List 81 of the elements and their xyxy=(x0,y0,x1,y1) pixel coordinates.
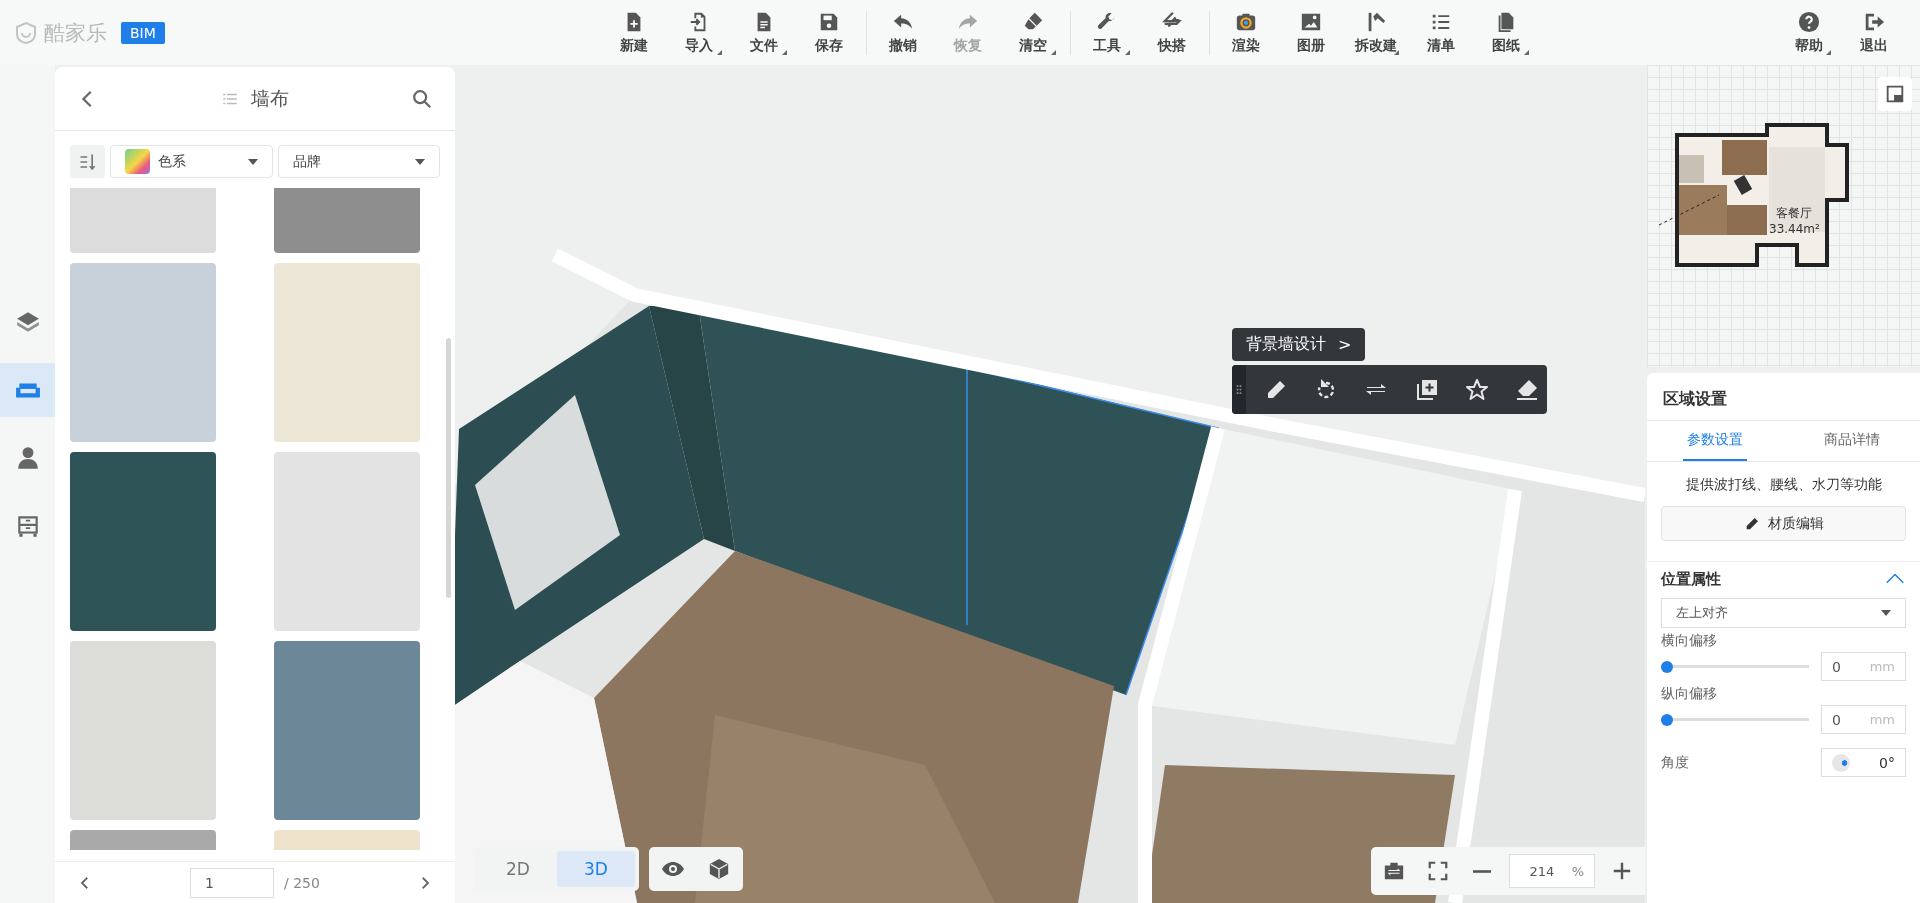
wallcovering-swatch[interactable] xyxy=(70,830,216,850)
panel-tab[interactable]: 商品详情 xyxy=(1819,421,1884,461)
wallcovering-swatch[interactable] xyxy=(274,830,420,850)
plus-icon xyxy=(1611,860,1633,882)
toolbar-button[interactable]: 退出 xyxy=(1841,4,1906,61)
number-field[interactable]: 0 mm xyxy=(1821,652,1906,681)
search-icon xyxy=(411,87,433,110)
layout-icon xyxy=(1884,83,1906,105)
toolbar-button[interactable]: 图纸 xyxy=(1473,4,1539,61)
toolbar-button[interactable]: 导入 xyxy=(666,4,732,61)
toolbar-button[interactable]: 渲染 xyxy=(1213,4,1279,61)
angle-field[interactable]: 0° xyxy=(1821,748,1906,777)
scrollbar[interactable] xyxy=(446,338,451,598)
page-total: / 250 xyxy=(284,874,320,891)
toolbar-button[interactable]: 拆改建 xyxy=(1343,4,1409,61)
angle-dial-icon[interactable] xyxy=(1832,753,1850,772)
cube-icon xyxy=(708,858,730,880)
panel-title: 墙布 xyxy=(251,85,289,111)
minus-icon xyxy=(1473,869,1491,873)
logo-icon xyxy=(14,20,38,45)
toolbar-button[interactable]: 工具 xyxy=(1074,4,1140,61)
wallcovering-swatch[interactable] xyxy=(70,452,216,631)
feature-hint: 提供波打线、腰线、水刀等功能 xyxy=(1685,476,1882,494)
logo-text: 酷家乐 xyxy=(44,19,107,47)
eraser-icon xyxy=(1514,377,1539,402)
wallcovering-swatch[interactable] xyxy=(70,188,216,253)
room-area: 33.44m² xyxy=(1769,222,1820,236)
color-spectrum-icon xyxy=(125,149,150,174)
slider-thumb[interactable] xyxy=(1661,660,1673,673)
unit-label: mm xyxy=(1869,659,1895,674)
product-badge: BIM xyxy=(121,21,165,44)
wallcovering-swatch[interactable] xyxy=(274,263,420,442)
alignment-dropdown[interactable]: 左上对齐 xyxy=(1661,598,1906,628)
dropdown-caret-icon xyxy=(1124,49,1130,55)
star-icon xyxy=(1464,377,1489,402)
camera-swap-icon xyxy=(1383,860,1405,882)
dropdown-arrow-icon xyxy=(1881,610,1891,616)
panel-title: 区域设置 xyxy=(1647,373,1920,421)
toolbar-button[interactable]: 保存 xyxy=(796,4,862,61)
unit-label: mm xyxy=(1869,712,1895,727)
toolbar-button[interactable]: 新建 xyxy=(601,4,667,61)
wallcovering-swatch[interactable] xyxy=(274,452,420,631)
section-title: 位置属性 xyxy=(1661,569,1721,589)
wallcovering-swatch[interactable] xyxy=(274,188,420,253)
sort-button[interactable] xyxy=(70,145,105,178)
field-label: 角度 xyxy=(1661,753,1689,772)
help-icon xyxy=(1797,10,1820,33)
slider-thumb[interactable] xyxy=(1661,713,1673,726)
field-label: 横向偏移 xyxy=(1661,632,1718,650)
wallcovering-swatch[interactable] xyxy=(70,641,216,820)
minimap-toggle-button[interactable] xyxy=(1878,77,1912,111)
toolbar-button[interactable]: 清空 xyxy=(1000,4,1066,61)
dropdown-caret-icon xyxy=(1523,49,1529,55)
field-label: 纵向偏移 xyxy=(1661,685,1718,703)
toolbar-button[interactable]: 撤销 xyxy=(870,4,936,61)
view-mode-tab[interactable]: 2D xyxy=(479,851,557,887)
room-name: 客餐厅 xyxy=(1776,205,1813,222)
dropdown-caret-icon xyxy=(1050,49,1056,55)
background-wall-design-button[interactable]: 背景墙设计 > xyxy=(1232,328,1366,361)
number-field[interactable]: 0 mm xyxy=(1821,705,1906,734)
fullscreen-icon xyxy=(1427,860,1449,882)
zoom-field[interactable]: 214 % xyxy=(1509,854,1595,888)
filter-dropdown[interactable]: 色系 xyxy=(110,145,273,178)
wallcovering-swatch[interactable] xyxy=(70,263,216,442)
toolbar-button[interactable]: 快搭 xyxy=(1139,4,1205,61)
toolbar-button[interactable]: 文件 xyxy=(731,4,797,61)
dropdown-caret-icon xyxy=(781,49,787,55)
side-tool-button[interactable] xyxy=(0,363,55,417)
material-edit-button[interactable]: 材质编辑 xyxy=(1661,506,1906,541)
add-copy-icon xyxy=(1414,377,1439,402)
toolbar-button[interactable]: 图册 xyxy=(1278,4,1344,61)
toolbar-button[interactable]: 帮助 xyxy=(1776,4,1841,61)
toolbar-button[interactable]: 清单 xyxy=(1408,4,1474,61)
wallcovering-swatch[interactable] xyxy=(274,641,420,820)
dropdown-arrow-icon xyxy=(415,158,425,165)
page-input[interactable]: 1 xyxy=(190,867,275,898)
panel-tab[interactable]: 参数设置 xyxy=(1683,421,1748,461)
dropdown-arrow-icon xyxy=(247,158,258,165)
dropdown-caret-icon xyxy=(1826,49,1831,55)
dropdown-caret-icon xyxy=(716,49,722,55)
filter-dropdown[interactable]: 品牌 xyxy=(277,145,440,178)
